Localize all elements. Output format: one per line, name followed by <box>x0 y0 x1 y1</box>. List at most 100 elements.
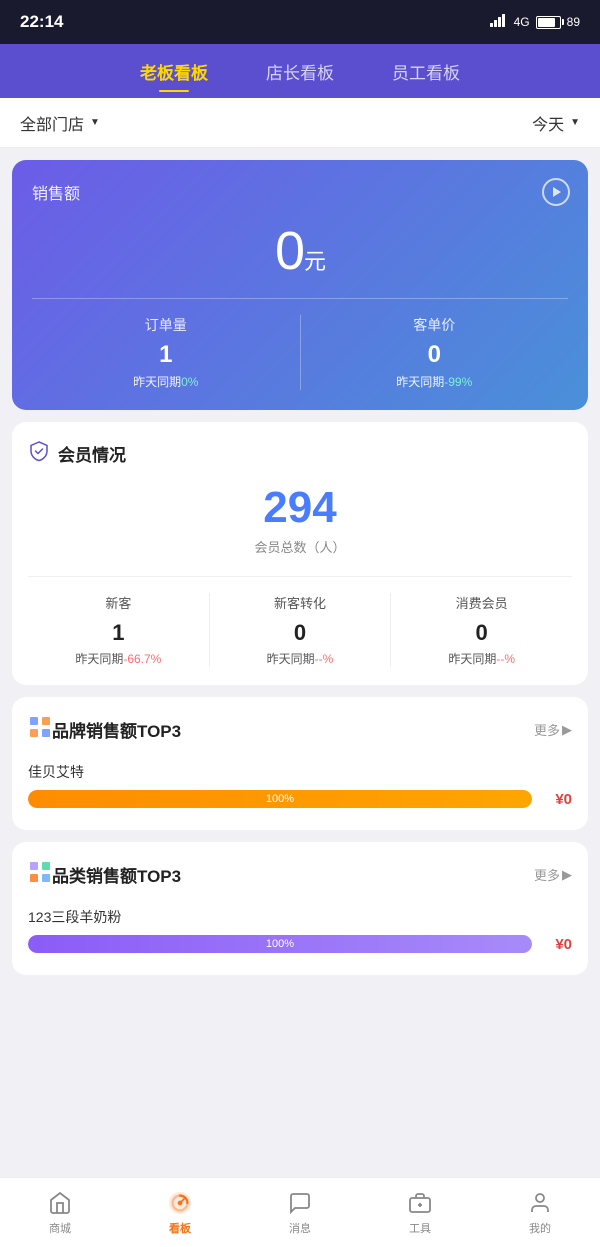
consumer-compare: 昨天同期--% <box>391 650 572 667</box>
sales-divider <box>32 298 568 299</box>
member-title: 会员情况 <box>58 441 126 466</box>
category-bar-value: ¥0 <box>542 936 572 953</box>
brand-item-0: 佳贝艾特 100% ¥0 <box>28 762 572 808</box>
date-filter[interactable]: 今天 ▼ <box>532 111 580 135</box>
brand-top3-header: 品牌销售额TOP3 更多 ▶ <box>28 715 572 744</box>
brand-item-label: 佳贝艾特 <box>28 762 572 782</box>
category-top3-header: 品类销售额TOP3 更多 ▶ <box>28 860 572 889</box>
conversion-compare-value: --% <box>315 652 334 666</box>
category-top3-title: 品类销售额TOP3 <box>52 862 181 887</box>
price-stat: 客单价 0 昨天同期-99% <box>300 315 569 390</box>
conversion-stat: 新客转化 0 昨天同期--% <box>209 593 391 667</box>
sales-value: 0 <box>275 221 304 281</box>
brand-bar-fill: 100% <box>28 790 532 808</box>
category-more-label: 更多 <box>534 865 560 884</box>
category-item-label: 123三段羊奶粉 <box>28 907 572 927</box>
battery-level: 89 <box>567 15 580 29</box>
brand-bar-track: 100% <box>28 790 532 808</box>
status-icons: 4G 89 <box>490 14 580 30</box>
bottom-nav: 商城 看板 消息 <box>0 1177 600 1247</box>
store-icon <box>47 1190 73 1216</box>
orders-compare: 昨天同期0% <box>32 373 300 390</box>
mine-label: 我的 <box>529 1220 551 1236</box>
consumer-compare-value: --% <box>496 652 515 666</box>
new-customer-stat: 新客 1 昨天同期-66.7% <box>28 593 209 667</box>
category-top3-icon <box>28 860 52 889</box>
price-compare-label: 昨天同期 <box>396 375 444 389</box>
price-compare-value: -99% <box>444 375 472 389</box>
bottom-nav-mine[interactable]: 我的 <box>480 1190 600 1236</box>
member-total-label: 会员总数（人） <box>28 537 572 556</box>
tools-icon <box>407 1190 433 1216</box>
new-customer-value: 1 <box>28 620 209 646</box>
consumer-compare-label: 昨天同期 <box>448 652 496 666</box>
mine-icon <box>527 1190 553 1216</box>
conversion-compare-label: 昨天同期 <box>267 652 315 666</box>
conversion-label: 新客转化 <box>210 593 391 612</box>
sales-amount: 0元 <box>32 220 568 282</box>
category-item-0: 123三段羊奶粉 100% ¥0 <box>28 907 572 953</box>
date-filter-label: 今天 <box>532 111 564 135</box>
sales-card: 销售额 0元 订单量 1 昨天同期0% 客单价 0 昨天同期-99% <box>12 160 588 410</box>
orders-value: 1 <box>32 341 300 369</box>
new-customer-compare-label: 昨天同期 <box>75 652 123 666</box>
brand-top3-section: 品牌销售额TOP3 更多 ▶ 佳贝艾特 100% ¥0 <box>12 697 588 830</box>
brand-top3-icon <box>28 715 52 744</box>
brand-bar-value: ¥0 <box>542 791 572 808</box>
network-label: 4G <box>514 15 530 29</box>
message-icon <box>287 1190 313 1216</box>
brand-top3-more[interactable]: 更多 ▶ <box>534 720 572 739</box>
member-section: 会员情况 294 会员总数（人） 新客 1 昨天同期-66.7% 新客转化 0 … <box>12 422 588 685</box>
dashboard-label: 看板 <box>169 1220 191 1236</box>
brand-more-arrow: ▶ <box>562 722 572 738</box>
price-compare: 昨天同期-99% <box>301 373 569 390</box>
bottom-nav-store[interactable]: 商城 <box>0 1190 120 1236</box>
signal-icon <box>490 14 508 30</box>
orders-stat: 订单量 1 昨天同期0% <box>32 315 300 390</box>
orders-label: 订单量 <box>32 315 300 335</box>
store-filter-label: 全部门店 <box>20 111 84 135</box>
top-nav: 老板看板 店长看板 员工看板 <box>0 44 600 98</box>
new-customer-compare-value: -66.7% <box>123 652 161 666</box>
brand-bar-row: 100% ¥0 <box>28 790 572 808</box>
new-customer-compare: 昨天同期-66.7% <box>28 650 209 667</box>
tab-staff[interactable]: 员工看板 <box>388 51 464 92</box>
dashboard-icon <box>167 1190 193 1216</box>
consumer-stat: 消费会员 0 昨天同期--% <box>390 593 572 667</box>
orders-compare-label: 昨天同期 <box>133 375 181 389</box>
status-bar: 22:14 4G 89 <box>0 0 600 44</box>
tab-manager[interactable]: 店长看板 <box>262 51 338 92</box>
filter-bar: 全部门店 ▼ 今天 ▼ <box>0 98 600 148</box>
category-bar-fill: 100% <box>28 935 532 953</box>
sales-unit: 元 <box>304 249 325 274</box>
bottom-nav-tools[interactable]: 工具 <box>360 1190 480 1236</box>
category-top3-section: 品类销售额TOP3 更多 ▶ 123三段羊奶粉 100% ¥0 <box>12 842 588 975</box>
conversion-compare: 昨天同期--% <box>210 650 391 667</box>
bottom-nav-message[interactable]: 消息 <box>240 1190 360 1236</box>
brand-more-label: 更多 <box>534 720 560 739</box>
category-more-arrow: ▶ <box>562 867 572 883</box>
member-total-count: 294 <box>28 483 572 533</box>
sales-play-button[interactable] <box>542 178 570 206</box>
status-time: 22:14 <box>20 12 63 32</box>
message-label: 消息 <box>289 1220 311 1236</box>
sales-card-title: 销售额 <box>32 180 568 204</box>
sales-stats: 订单量 1 昨天同期0% 客单价 0 昨天同期-99% <box>32 315 568 390</box>
category-bar-row: 100% ¥0 <box>28 935 572 953</box>
store-filter[interactable]: 全部门店 ▼ <box>20 111 100 135</box>
store-dropdown-arrow: ▼ <box>90 117 100 128</box>
member-section-header: 会员情况 <box>28 440 572 467</box>
conversion-value: 0 <box>210 620 391 646</box>
bottom-nav-dashboard[interactable]: 看板 <box>120 1190 240 1236</box>
battery-icon <box>536 16 561 29</box>
consumer-label: 消费会员 <box>391 593 572 612</box>
member-stats: 新客 1 昨天同期-66.7% 新客转化 0 昨天同期--% 消费会员 0 昨天… <box>28 576 572 667</box>
tools-label: 工具 <box>409 1220 431 1236</box>
brand-top3-title: 品牌销售额TOP3 <box>52 717 181 742</box>
orders-compare-value: 0% <box>181 375 198 389</box>
category-bar-track: 100% <box>28 935 532 953</box>
tab-boss[interactable]: 老板看板 <box>136 51 212 92</box>
new-customer-label: 新客 <box>28 593 209 612</box>
category-top3-more[interactable]: 更多 ▶ <box>534 865 572 884</box>
date-dropdown-arrow: ▼ <box>570 117 580 128</box>
